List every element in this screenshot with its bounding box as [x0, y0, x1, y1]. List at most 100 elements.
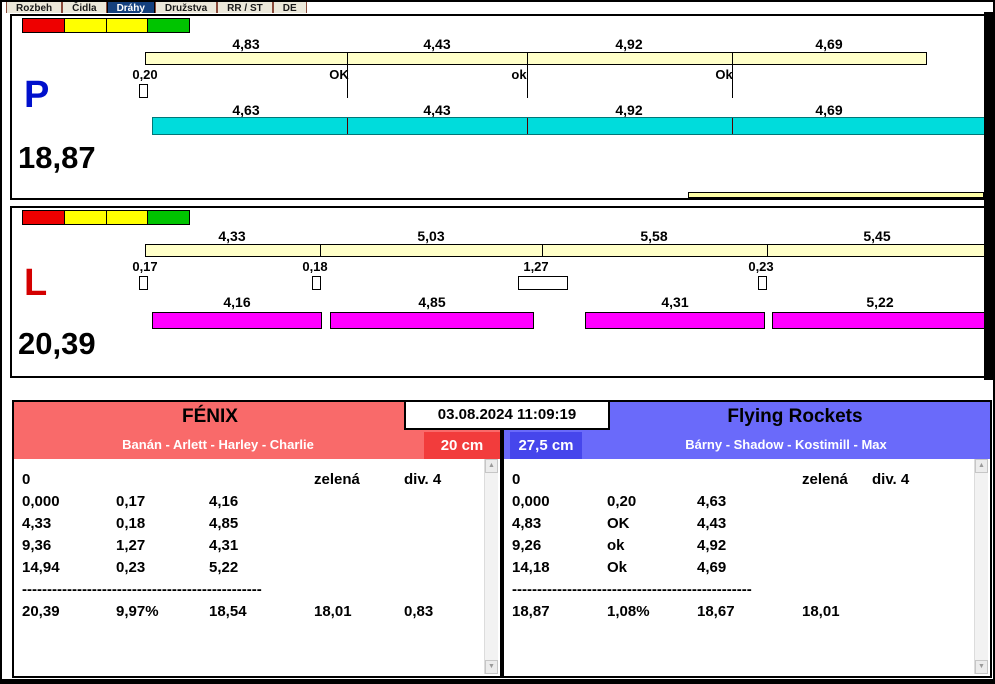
table-cell: 4,33: [22, 515, 52, 532]
lane-panel-l: 4,33 5,03 5,58 5,45 0,17 0,18 1,27 0,23 …: [10, 206, 988, 378]
indicator-red-cell: [23, 19, 65, 32]
lower-split-time: 4,69: [815, 102, 843, 118]
table-cell: [872, 559, 974, 581]
table-cell: 4,85: [209, 515, 239, 532]
lower-split-time: 4,16: [223, 294, 251, 310]
changeover-mark: 1,27: [523, 259, 549, 274]
table-cell: 4,69: [697, 559, 727, 576]
track-segment: [528, 53, 733, 64]
table-cell: 0: [512, 471, 521, 488]
table-summary-row: 18,87 1,08% 18,67 18,01: [512, 603, 974, 625]
track-segment: [768, 245, 986, 256]
lane-total-time: 18,87: [18, 140, 96, 175]
table-cell: 0,20: [607, 493, 637, 510]
table-cell: 18,67: [697, 603, 735, 620]
start-light-indicator: [22, 210, 190, 225]
table-cell: 0,17: [116, 493, 146, 510]
run-segment: [733, 118, 987, 134]
table-row: 0,000 0,20 4,63: [512, 493, 974, 515]
team-panel-right: Flying Rockets Bárny - Shadow - Kostimil…: [502, 400, 992, 678]
table-row: 4,83 OK 4,43: [512, 515, 974, 537]
team-panel-left: FÉNIX Banán - Arlett - Harley - Charlie …: [12, 400, 502, 678]
scrollbar[interactable]: ▲ ▼: [484, 459, 498, 674]
table-cell: 18,01: [802, 603, 840, 620]
upper-track-bar: [145, 244, 987, 257]
table-cell: [872, 515, 974, 537]
table-cell: [314, 537, 404, 559]
indicator-yellow-cell: [106, 19, 149, 32]
indicator-yellow-cell: [64, 19, 107, 32]
table-cell: 4,43: [697, 515, 727, 532]
upper-split-time: 4,43: [423, 36, 451, 52]
jump-height-badge: 20 cm: [424, 432, 500, 459]
chevron-down-icon[interactable]: ▼: [485, 660, 498, 674]
sensor-box: [758, 276, 767, 290]
chevron-down-icon[interactable]: ▼: [975, 660, 988, 674]
indicator-yellow-cell: [64, 211, 107, 224]
run-segment: [152, 312, 322, 329]
run-segment: [330, 312, 534, 329]
table-cell: 0,23: [116, 559, 146, 576]
upper-split-time: 4,83: [232, 36, 260, 52]
app-window: Rozbeh Čidla Dráhy Družstva RR / ST DE 4…: [0, 0, 995, 684]
chevron-up-icon[interactable]: ▲: [975, 459, 988, 473]
table-cell: [314, 493, 404, 515]
table-cell: [314, 559, 404, 581]
table-header-row: 0 zelená div. 4: [22, 471, 484, 493]
changeover-mark: 0,20: [132, 67, 158, 82]
tab-de[interactable]: DE: [272, 2, 307, 13]
changeover-mark: 0,18: [302, 259, 328, 274]
tab-rr-st[interactable]: RR / ST: [217, 2, 273, 13]
table-cell: 1,27: [116, 537, 146, 554]
changeover-mark: OK: [329, 67, 349, 82]
table-cell: [404, 493, 484, 515]
track-segment: [146, 53, 348, 64]
right-edge-strip: [984, 12, 993, 380]
table-cell: [802, 493, 872, 515]
table-cell: 0,000: [22, 493, 60, 510]
table-cell: [872, 537, 974, 559]
table-row: 0,000 0,17 4,16: [22, 493, 484, 515]
team-name: Flying Rockets: [727, 406, 863, 427]
indicator-yellow-cell: [106, 211, 149, 224]
track-segment: [543, 245, 768, 256]
table-cell: 4,63: [697, 493, 727, 510]
chevron-up-icon[interactable]: ▲: [485, 459, 498, 473]
table-cell: 9,97%: [116, 603, 159, 620]
table-cell: 0: [22, 471, 31, 488]
track-segment: [348, 53, 528, 64]
table-cell: 18,01: [314, 603, 352, 620]
table-row: 14,18 Ok 4,69: [512, 559, 974, 581]
run-segment: [528, 118, 733, 134]
track-segment: [146, 245, 321, 256]
table-cell: 1,08%: [607, 603, 650, 620]
upper-split-time: 5,03: [417, 228, 445, 244]
table-cell: [209, 471, 314, 493]
sensor-box: [312, 276, 321, 290]
tab-rozbeh[interactable]: Rozbeh: [6, 2, 63, 13]
run-segment: [153, 118, 348, 134]
dead-time-box: [518, 276, 568, 290]
tab-drahy[interactable]: Dráhy: [106, 2, 155, 13]
tab-cidla[interactable]: Čidla: [62, 2, 107, 13]
table-cell: 14,18: [512, 559, 550, 576]
tab-druzstva[interactable]: Družstva: [154, 2, 218, 13]
table-row: 9,26 ok 4,92: [512, 537, 974, 559]
scrollbar[interactable]: ▲ ▼: [974, 459, 988, 674]
table-cell: 5,22: [209, 559, 239, 576]
lane-panel-p: 4,83 4,43 4,92 4,69 0,20 OK ok Ok 4,63 4…: [10, 14, 988, 200]
table-cell: 9,26: [512, 537, 542, 554]
start-light-indicator: [22, 18, 190, 33]
run-segment: [348, 118, 528, 134]
table-cell: [802, 515, 872, 537]
table-cell: 0,83: [404, 603, 434, 620]
table-cell: [802, 559, 872, 581]
table-cell: OK: [607, 515, 630, 532]
table-cell: [404, 515, 484, 537]
table-row: 14,94 0,23 5,22: [22, 559, 484, 581]
run-segment: [585, 312, 765, 329]
table-cell: 9,36: [22, 537, 52, 554]
table-cell: [404, 559, 484, 581]
table-cell: div. 4: [404, 471, 442, 488]
table-header-row: 0 zelená div. 4: [512, 471, 974, 493]
